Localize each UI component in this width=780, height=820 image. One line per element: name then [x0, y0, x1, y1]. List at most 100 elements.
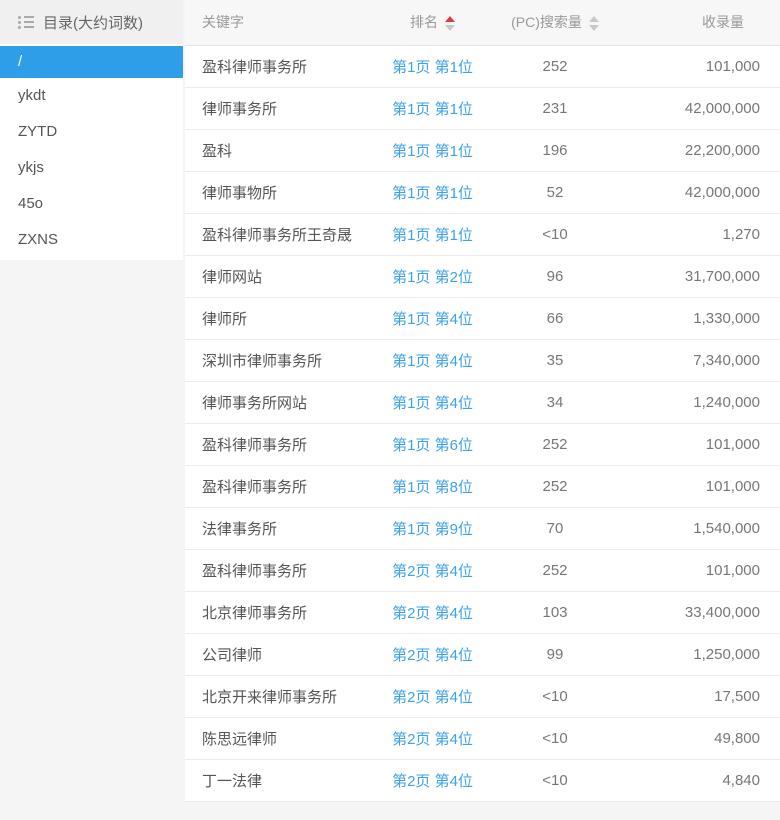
sort-asc-icon[interactable]: [588, 16, 599, 23]
keyword-cell: 律师事务所: [185, 87, 365, 130]
rank-cell: 第2页 第4位: [365, 591, 500, 634]
search-volume-sorter[interactable]: [588, 16, 599, 32]
keyword-cell: 北京律师事务所: [185, 591, 365, 634]
rank-link[interactable]: 第1页 第9位: [392, 521, 473, 538]
rank-cell: 第1页 第4位: [365, 381, 500, 424]
indexed-volume-cell: 22,200,000: [610, 129, 780, 172]
rank-cell: 第1页 第8位: [365, 465, 500, 508]
search-volume-cell: 103: [500, 591, 610, 634]
keyword-cell: 律师事物所: [185, 171, 365, 214]
keyword-cell: 盈科: [185, 129, 365, 172]
sort-desc-icon[interactable]: [588, 25, 599, 32]
table-row: 盈科律师事务所 第2页 第4位 252 101,000: [185, 549, 780, 592]
table-row: 律师所 第1页 第4位 66 1,330,000: [185, 297, 780, 340]
keyword-table: 关键字 排名 (PC)搜索量 收录量 盈科律师事务所 第1页 第1位 252 101,…: [185, 0, 780, 802]
search-volume-cell: 252: [500, 465, 610, 508]
keyword-cell: 法律事务所: [185, 507, 365, 550]
search-volume-cell: 231: [500, 87, 610, 130]
rank-link[interactable]: 第2页 第4位: [392, 773, 473, 790]
rank-link[interactable]: 第1页 第4位: [392, 311, 473, 328]
table-row: 法律事务所 第1页 第9位 70 1,540,000: [185, 507, 780, 550]
table-row: 北京律师事务所 第2页 第4位 103 33,400,000: [185, 591, 780, 634]
keyword-cell: 律师事务所网站: [185, 381, 365, 424]
column-header-search-volume[interactable]: (PC)搜索量: [500, 0, 610, 46]
rank-link[interactable]: 第1页 第2位: [392, 269, 473, 286]
table-row: 盈科律师事务所 第1页 第1位 252 101,000: [185, 45, 780, 88]
directory-title: 目录(大约词数): [43, 14, 143, 32]
rank-link[interactable]: 第2页 第4位: [392, 731, 473, 748]
rank-cell: 第2页 第4位: [365, 759, 500, 802]
indexed-volume-cell: 101,000: [610, 465, 780, 508]
rank-link[interactable]: 第1页 第4位: [392, 353, 473, 370]
keyword-cell: 深圳市律师事务所: [185, 339, 365, 382]
column-header-rank[interactable]: 排名: [365, 0, 500, 46]
indexed-volume-cell: 1,330,000: [610, 297, 780, 340]
rank-cell: 第2页 第4位: [365, 633, 500, 676]
keyword-cell: 盈科律师事务所: [185, 45, 365, 88]
search-volume-cell: 70: [500, 507, 610, 550]
rank-cell: 第1页 第1位: [365, 129, 500, 172]
indexed-volume-cell: 101,000: [610, 549, 780, 592]
indexed-volume-cell: 31,700,000: [610, 255, 780, 298]
column-header-rank-label: 排名: [410, 14, 438, 31]
indexed-volume-cell: 4,840: [610, 759, 780, 802]
rank-cell: 第1页 第1位: [365, 45, 500, 88]
table-row: 律师事务所网站 第1页 第4位 34 1,240,000: [185, 381, 780, 424]
rank-link[interactable]: 第1页 第1位: [392, 227, 473, 244]
column-header-indexed: 收录量: [610, 0, 780, 46]
indexed-volume-cell: 101,000: [610, 423, 780, 466]
search-volume-cell: 35: [500, 339, 610, 382]
sidebar-item-45o[interactable]: 45o: [0, 186, 183, 222]
rank-link[interactable]: 第1页 第8位: [392, 479, 473, 496]
rank-cell: 第2页 第4位: [365, 717, 500, 760]
table-row: 律师事务所 第1页 第1位 231 42,000,000: [185, 87, 780, 130]
table-header-row: 关键字 排名 (PC)搜索量 收录量: [185, 0, 780, 46]
column-header-keyword: 关键字: [185, 0, 365, 46]
rank-link[interactable]: 第1页 第6位: [392, 437, 473, 454]
rank-link[interactable]: 第1页 第1位: [392, 101, 473, 118]
indexed-volume-cell: 1,540,000: [610, 507, 780, 550]
rank-cell: 第1页 第4位: [365, 297, 500, 340]
rank-cell: 第1页 第1位: [365, 171, 500, 214]
search-volume-cell: 196: [500, 129, 610, 172]
sidebar-item-zytd[interactable]: ZYTD: [0, 114, 183, 150]
indexed-volume-cell: 42,000,000: [610, 171, 780, 214]
rank-link[interactable]: 第2页 第4位: [392, 689, 473, 706]
rank-cell: 第1页 第1位: [365, 213, 500, 256]
sidebar-item-ykjs[interactable]: ykjs: [0, 150, 183, 186]
search-volume-cell: 252: [500, 45, 610, 88]
rank-link[interactable]: 第1页 第4位: [392, 395, 473, 412]
table-row: 盈科律师事务所 第1页 第6位 252 101,000: [185, 423, 780, 466]
page: 目录(大约词数) / ykdt ZYTD ykjs 45o ZXNS 关键字 排名: [0, 0, 780, 802]
rank-link[interactable]: 第2页 第4位: [392, 647, 473, 664]
column-header-indexed-label: 收录量: [702, 14, 744, 31]
column-header-search-volume-label: (PC)搜索量: [511, 14, 582, 31]
table-row: 盈科律师事务所王奇晟 第1页 第1位 <10 1,270: [185, 213, 780, 256]
sidebar-item-ykdt[interactable]: ykdt: [0, 78, 183, 114]
rank-cell: 第2页 第4位: [365, 549, 500, 592]
table-row: 盈科律师事务所 第1页 第8位 252 101,000: [185, 465, 780, 508]
indexed-volume-cell: 1,270: [610, 213, 780, 256]
list-icon: [18, 15, 34, 30]
directory-sidebar: 目录(大约词数) / ykdt ZYTD ykjs 45o ZXNS: [0, 0, 183, 802]
rank-cell: 第1页 第4位: [365, 339, 500, 382]
search-volume-cell: 96: [500, 255, 610, 298]
rank-link[interactable]: 第1页 第1位: [392, 185, 473, 202]
rank-cell: 第1页 第9位: [365, 507, 500, 550]
rank-cell: 第1页 第1位: [365, 87, 500, 130]
sort-desc-icon[interactable]: [445, 25, 455, 32]
rank-link[interactable]: 第1页 第1位: [392, 59, 473, 76]
sidebar-item-zxns[interactable]: ZXNS: [0, 222, 183, 258]
sidebar-item-root[interactable]: /: [0, 46, 183, 78]
rank-link[interactable]: 第1页 第1位: [392, 143, 473, 160]
search-volume-cell: 252: [500, 423, 610, 466]
sort-asc-icon[interactable]: [445, 16, 455, 23]
keyword-cell: 盈科律师事务所: [185, 465, 365, 508]
rank-link[interactable]: 第2页 第4位: [392, 605, 473, 622]
keyword-cell: 陈思远律师: [185, 717, 365, 760]
indexed-volume-cell: 101,000: [610, 45, 780, 88]
search-volume-cell: 34: [500, 381, 610, 424]
rank-sorter[interactable]: [445, 16, 455, 32]
table-row: 陈思远律师 第2页 第4位 <10 49,800: [185, 717, 780, 760]
rank-link[interactable]: 第2页 第4位: [392, 563, 473, 580]
